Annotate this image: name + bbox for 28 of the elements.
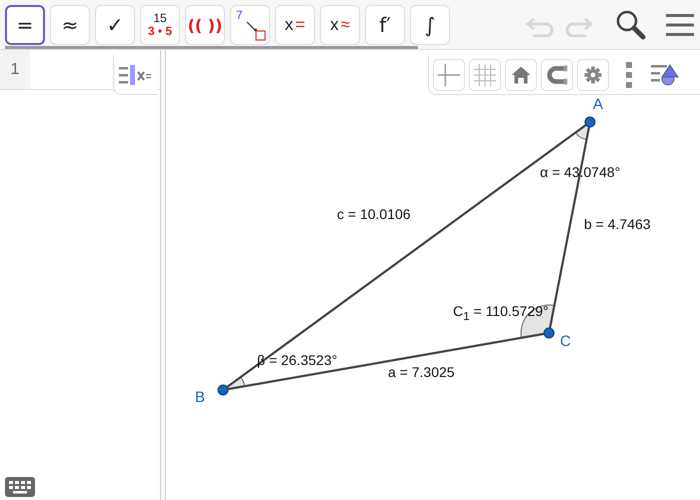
tool-button[interactable]: ✓ xyxy=(95,5,135,45)
axes-icon[interactable] xyxy=(433,58,465,90)
row-number: 1 xyxy=(0,50,30,89)
scrollbar[interactable] xyxy=(5,46,418,49)
magnet-icon[interactable] xyxy=(541,58,573,90)
keyboard-icon[interactable] xyxy=(5,477,35,497)
tool-button[interactable]: ∫ xyxy=(410,5,450,45)
arrow-to-square-icon xyxy=(245,19,267,41)
point-label: A xyxy=(593,96,604,114)
home-icon[interactable] xyxy=(505,58,537,90)
tool-button[interactable]: f′ xyxy=(365,5,405,45)
segment-label: a = 7.3025 xyxy=(388,363,455,381)
algebra-view-icon xyxy=(118,64,154,86)
menu-icon[interactable] xyxy=(665,12,695,38)
tool-button[interactable]: x≈ xyxy=(320,5,360,45)
tool-button[interactable]: 7 xyxy=(230,5,270,45)
tool-button[interactable]: (( )) xyxy=(185,5,225,45)
segment-label: b = 4.7463 xyxy=(584,215,651,233)
point-label: B xyxy=(195,389,206,407)
tool-button[interactable]: 15 3 • 5 xyxy=(140,5,180,45)
tool-button[interactable]: x= xyxy=(275,5,315,45)
point-label: C xyxy=(560,333,571,351)
search-icon[interactable] xyxy=(614,8,648,42)
tool-button[interactable]: = xyxy=(5,5,45,45)
settings-icon[interactable] xyxy=(577,58,609,90)
tool-button[interactable]: ≈ xyxy=(50,5,90,45)
segment-label: c = 10.0106 xyxy=(337,205,411,223)
algebra-style-button[interactable] xyxy=(113,55,158,95)
